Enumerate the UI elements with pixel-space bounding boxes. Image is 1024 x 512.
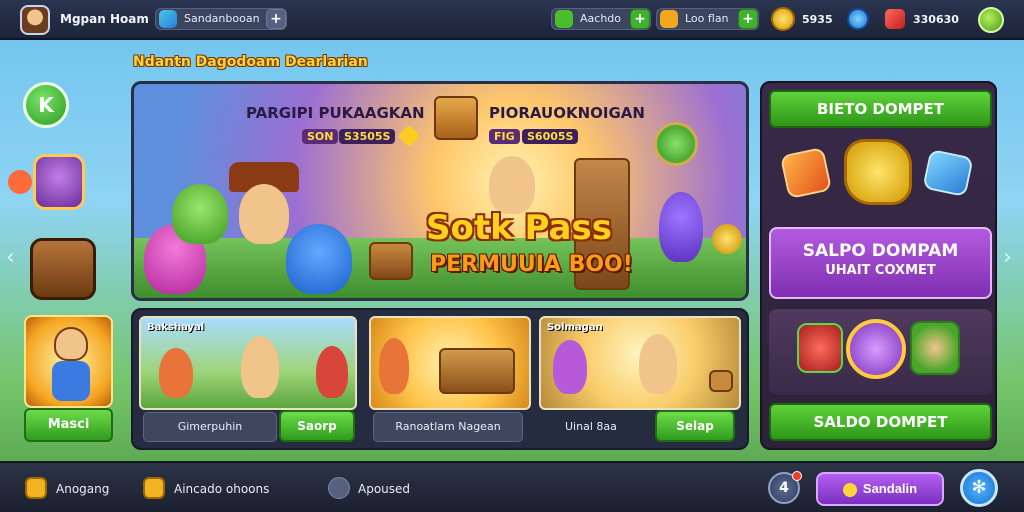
action-button-label: Sandalin bbox=[862, 481, 918, 497]
battle-pass-banner[interactable]: PARGIPI PUKAAGKAN SON S3505S PIORAUOKNOI… bbox=[131, 81, 749, 301]
add-currency-2-button[interactable]: + bbox=[738, 9, 758, 29]
search-pill[interactable]: Sandanbooan + bbox=[155, 8, 287, 30]
tile-1-button[interactable]: Gimerpuhin bbox=[143, 412, 277, 442]
event-tile-2[interactable] bbox=[369, 316, 531, 410]
action-coin-icon bbox=[842, 482, 857, 497]
settings-icon[interactable] bbox=[328, 477, 350, 499]
diamond-icon bbox=[159, 10, 177, 28]
blue-creature bbox=[286, 224, 352, 294]
bottom-item-1[interactable]: Anogang bbox=[56, 482, 109, 496]
wallet-purple-line-2: UHAIT COXMET bbox=[825, 263, 936, 278]
carousel-prev-icon[interactable]: ‹ bbox=[6, 245, 15, 270]
hero-card[interactable] bbox=[24, 315, 113, 408]
carousel-next-icon[interactable]: › bbox=[1003, 245, 1012, 270]
potion-icon[interactable] bbox=[33, 154, 85, 210]
coin-count: 5935 bbox=[802, 13, 833, 26]
search-pill-label: Sandanbooan bbox=[184, 12, 260, 25]
battle-pass-title: Sotk Pass bbox=[426, 208, 612, 248]
wallet-panel: BIETO DOMPET SALPO DOMPAM UHAIT COXMET S… bbox=[760, 81, 997, 450]
event-tile-1[interactable]: Bakshayal bbox=[139, 316, 357, 410]
wallet-bottom-button[interactable]: SALDO DOMPET bbox=[769, 403, 992, 441]
add-currency-1-button[interactable]: + bbox=[630, 9, 650, 29]
waving-hero bbox=[489, 156, 535, 214]
tile-3-char-a bbox=[553, 340, 587, 394]
gold-token-icon bbox=[844, 139, 912, 205]
gem-count: 330630 bbox=[913, 13, 959, 26]
hero-sub-right-tag: FIG bbox=[489, 129, 520, 144]
event-tile-3[interactable]: Solmagan bbox=[539, 316, 741, 410]
smiley-icon[interactable] bbox=[978, 7, 1004, 33]
tile-1-char-c bbox=[316, 346, 348, 398]
green-orb-icon bbox=[654, 122, 698, 166]
hero-heading-right: PIORAUOKNOIGAN bbox=[489, 104, 645, 122]
treasure-chest-icon[interactable] bbox=[30, 238, 96, 300]
cowboy-hero bbox=[239, 184, 289, 244]
gem-icon bbox=[847, 8, 869, 30]
tile-2-char bbox=[379, 338, 409, 394]
character-token-icon bbox=[910, 321, 960, 375]
currency-pill-1: Aachdo + bbox=[551, 8, 651, 30]
bottom-bar: Anogang Aincado ohoons Apoused 4 Sandali… bbox=[0, 461, 1024, 512]
tile-1-green-button[interactable]: Saorp bbox=[279, 410, 355, 442]
hero-body bbox=[52, 361, 90, 401]
gear-icon[interactable]: ✻ bbox=[960, 469, 998, 507]
small-chest bbox=[369, 242, 413, 280]
currency-2-label: Loo flan bbox=[685, 12, 729, 25]
hero-head bbox=[54, 327, 88, 361]
tile-1-char-b bbox=[241, 336, 279, 398]
tile-3-char-b bbox=[639, 334, 677, 394]
search-plus-button[interactable]: + bbox=[266, 9, 286, 29]
percent-medal-icon bbox=[846, 319, 906, 379]
event-title: Ndantn Dagodoam Dearlarian bbox=[133, 54, 368, 70]
hero-sub-left-tag: SON bbox=[302, 129, 339, 144]
fire-icon bbox=[8, 170, 32, 194]
wallet-purple-card[interactable]: SALPO DOMPAM UHAIT COXMET bbox=[769, 227, 992, 299]
coin-icon bbox=[771, 7, 795, 31]
tile-3-text: Uinal 8aa bbox=[565, 420, 617, 433]
action-button[interactable]: Sandalin bbox=[816, 472, 944, 506]
bottom-item-3[interactable]: Apoused bbox=[358, 482, 410, 496]
wallet-top-button[interactable]: BIETO DOMPET bbox=[769, 90, 992, 128]
hero-heading-left: PARGIPI PUKAAGKAN bbox=[246, 104, 425, 122]
player-name: Mgpan Hoam bbox=[60, 12, 149, 26]
ticket-token-icon bbox=[779, 146, 833, 200]
hero-card-button[interactable]: Masci bbox=[24, 408, 113, 442]
shop-icon[interactable] bbox=[25, 477, 47, 499]
tile-3-box bbox=[709, 370, 733, 392]
currency-1-label: Aachdo bbox=[580, 12, 621, 25]
bag-icon[interactable] bbox=[143, 477, 165, 499]
home-button[interactable]: K bbox=[23, 82, 69, 128]
currency-pill-2: Loo flan + bbox=[656, 8, 759, 30]
gold-coin-icon bbox=[712, 224, 742, 254]
battle-pass-subtitle: PERMUUIA BOO! bbox=[430, 252, 633, 277]
wallet-purple-line-1: SALPO DOMPAM bbox=[802, 241, 959, 261]
blue-token-icon bbox=[922, 148, 974, 198]
bottom-item-2[interactable]: Aincado ohoons bbox=[174, 482, 269, 496]
red-gem-icon bbox=[797, 323, 843, 373]
ticket-icon bbox=[555, 10, 573, 28]
card-icon bbox=[660, 10, 678, 28]
gold-chest-icon bbox=[434, 96, 478, 140]
hero-sub-right: S6005S bbox=[522, 129, 579, 144]
green-creature bbox=[172, 184, 228, 244]
tile-1-char-a bbox=[159, 348, 193, 398]
tile-2-treasure bbox=[439, 348, 515, 394]
star-icon bbox=[397, 124, 421, 148]
tile-3-green-button[interactable]: Selap bbox=[655, 410, 735, 442]
purple-creature bbox=[659, 192, 703, 262]
gift-icon bbox=[885, 9, 905, 29]
notification-badge bbox=[792, 471, 802, 481]
tile-1-label: Bakshayal bbox=[147, 322, 205, 333]
hero-sub-left: S3505S bbox=[339, 129, 396, 144]
player-avatar[interactable] bbox=[20, 5, 50, 35]
event-tiles-panel: Bakshayal Solmagan Gimerpuhin Saorp Rano… bbox=[131, 308, 749, 450]
tile-3-label: Solmagan bbox=[547, 322, 603, 333]
tile-2-button[interactable]: Ranoatlam Nagean bbox=[373, 412, 523, 442]
top-bar: Mgpan Hoam Sandanbooan + Aachdo + Loo fl… bbox=[0, 0, 1024, 40]
